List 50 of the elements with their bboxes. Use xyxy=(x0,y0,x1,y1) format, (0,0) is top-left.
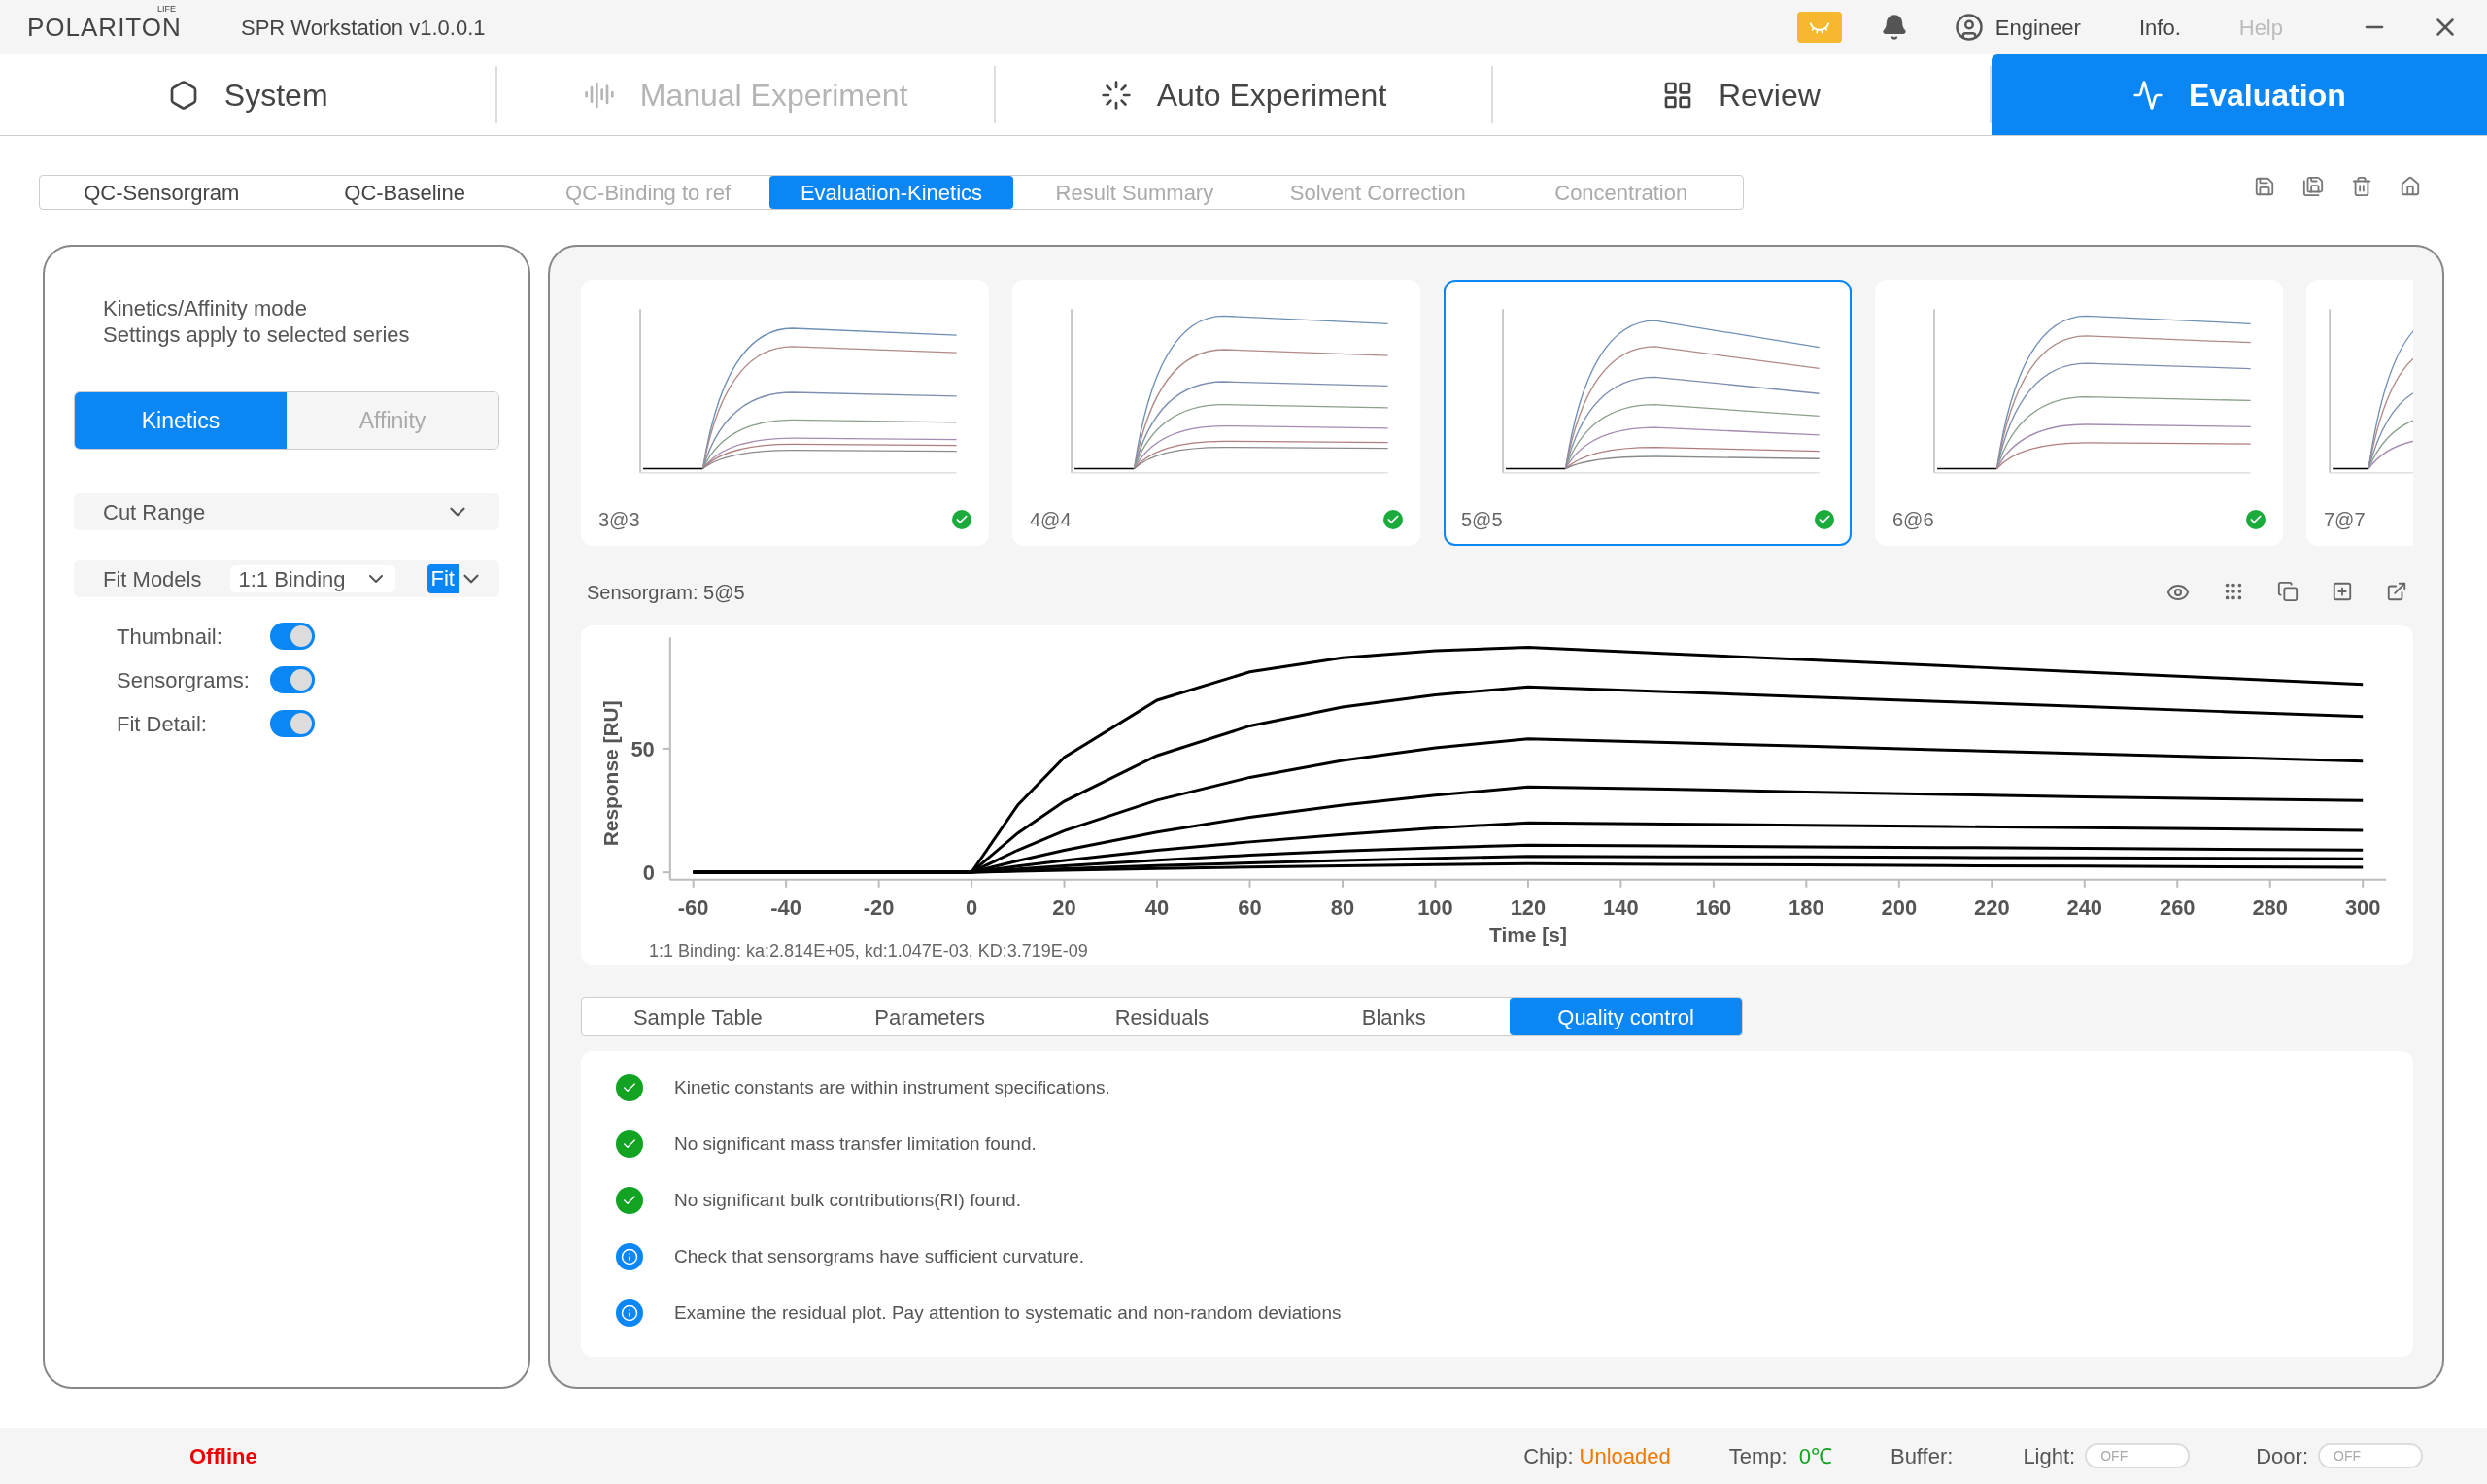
thumbnail-label: 6@6 xyxy=(1892,508,1934,532)
axis-tick-label: -20 xyxy=(863,894,895,920)
switch-label: Light: xyxy=(2023,1442,2076,1470)
chip-label: Chip: xyxy=(1523,1442,1574,1470)
axis-tick-label: 260 xyxy=(2159,894,2196,920)
panel-description: Settings apply to selected series xyxy=(103,321,411,348)
fit-models-label: Fit Models xyxy=(103,565,202,593)
axis-tick-label: 40 xyxy=(1144,894,1170,920)
axis-tick-label: 50 xyxy=(630,736,655,761)
chip-status: Unloaded xyxy=(1579,1442,1671,1470)
axis-title: Response [RU] xyxy=(598,700,622,847)
toggle-label: Fit Detail: xyxy=(117,710,208,738)
quality-check-text: No significant bulk contributions(RI) found. xyxy=(674,1188,1021,1212)
axis-tick-label: 0 xyxy=(642,860,655,886)
thumbnail-label: 4@4 xyxy=(1030,508,1072,532)
switch-label: Door: xyxy=(2256,1442,2308,1470)
toggle-label: Thumbnail: xyxy=(117,623,223,651)
quality-check-text: Examine the residual plot. Pay attention to systematic and non-random deviations xyxy=(674,1300,1342,1325)
quality-check-text: Kinetic constants are within instrument specifications. xyxy=(674,1075,1110,1099)
quality-check-text: No significant mass transfer limitation found. xyxy=(674,1131,1037,1156)
temp-label: Temp: xyxy=(1728,1442,1788,1470)
axis-tick-label: 140 xyxy=(1603,894,1639,920)
axis-tick-label: 20 xyxy=(1052,894,1076,920)
thumbnail-label: 3@3 xyxy=(598,508,640,532)
window-title: SPR Workstation v1.0.0.1 xyxy=(241,14,486,42)
buffer-label: Buffer: xyxy=(1890,1442,1954,1470)
axis-tick-label: 280 xyxy=(2252,894,2288,920)
toggle-label: Sensorgrams: xyxy=(117,666,251,694)
axis-tick-label: 60 xyxy=(1238,894,1262,920)
sensorgram-title: Sensorgram: 5@5 xyxy=(587,581,745,605)
axis-tick-label: 100 xyxy=(1417,894,1453,920)
axis-tick-label: 180 xyxy=(1789,894,1824,920)
axis-tick-label: 160 xyxy=(1695,894,1732,920)
axis-tick-label: 120 xyxy=(1510,894,1547,920)
connection-status: Offline xyxy=(189,1442,257,1470)
thumbnail-label: 7@7 xyxy=(2324,508,2366,532)
fit-summary: 1:1 Binding: ka:2.814E+05, kd:1.047E-03, KD:3.719E-09 xyxy=(649,940,1089,962)
quality-check-text: Check that sensorgrams have sufficient curvature. xyxy=(674,1244,1085,1268)
axis-tick-label: 240 xyxy=(2066,894,2103,920)
axis-tick-label: 0 xyxy=(966,894,978,920)
axis-tick-label: 300 xyxy=(2344,894,2381,920)
thumbnail-label: 5@5 xyxy=(1461,508,1503,532)
axis-tick-label: -40 xyxy=(770,894,801,920)
temp-value: 0℃ xyxy=(1798,1442,1832,1470)
panel-description: Kinetics/Affinity mode xyxy=(103,295,308,321)
axis-title: Time [s] xyxy=(1489,923,1567,946)
axis-tick-label: 220 xyxy=(1974,894,2010,920)
axis-tick-label: 80 xyxy=(1330,894,1355,920)
axis-tick-label: 200 xyxy=(1881,894,1918,920)
axis-tick-label: -60 xyxy=(677,894,709,920)
